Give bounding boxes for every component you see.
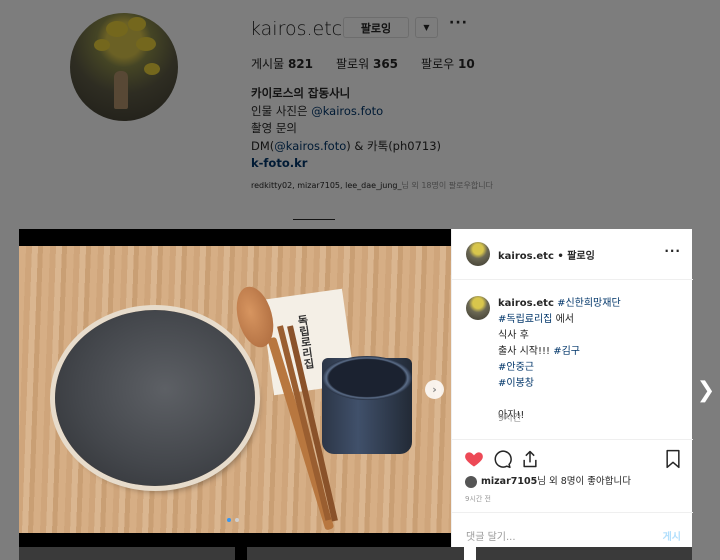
next-photo-button[interactable]: › (425, 380, 444, 399)
post-comment-button[interactable]: 게시 (663, 528, 681, 543)
heart-icon[interactable] (464, 449, 484, 469)
carousel-dots (227, 518, 239, 522)
share-icon[interactable] (520, 449, 540, 469)
post-timestamp: 9시간 전 (465, 495, 491, 503)
more-options-icon[interactable]: ··· (664, 244, 681, 258)
plate (55, 310, 255, 486)
caption-user[interactable]: kairos.etc (498, 298, 554, 309)
caption-time: 9시간 (498, 413, 522, 424)
thumbnail-strip (19, 547, 692, 560)
hashtag[interactable]: #김구 (553, 346, 580, 357)
cup-rim (322, 356, 412, 400)
hashtag[interactable]: #신한희망재단 (557, 298, 621, 309)
post-header: kairos.etc • 팔로잉 ··· (452, 229, 693, 280)
post-modal: 독립로리집 › kairos.etc • 팔로잉 ··· kairos.etc … (19, 229, 693, 560)
comment-icon[interactable] (492, 449, 512, 469)
comment-input[interactable]: 댓글 달기... (466, 528, 516, 543)
post-sidebar: kairos.etc • 팔로잉 ··· kairos.etc #신한희망재단 … (451, 229, 693, 560)
bookmark-icon[interactable] (664, 449, 682, 469)
caption-avatar[interactable] (466, 296, 490, 320)
wooden-table: 독립로리집 (19, 246, 451, 533)
post-author[interactable]: kairos.etc • 팔로잉 (498, 247, 595, 262)
next-post-arrow[interactable]: ❯ (696, 376, 716, 404)
hashtag[interactable]: #독립료리집 (498, 314, 552, 325)
hashtag[interactable]: #이봉창 (498, 376, 688, 392)
author-avatar[interactable] (466, 242, 490, 266)
likes-text[interactable]: mizar7105님 외 8명이 좋아합니다 (465, 473, 631, 488)
hashtag[interactable]: #안중근 (498, 360, 688, 376)
post-photo[interactable]: 독립로리집 › (19, 229, 451, 560)
caption-text: kairos.etc #신한희망재단 #독립료리집 에서 식사 후 출사 시작!… (498, 296, 688, 424)
